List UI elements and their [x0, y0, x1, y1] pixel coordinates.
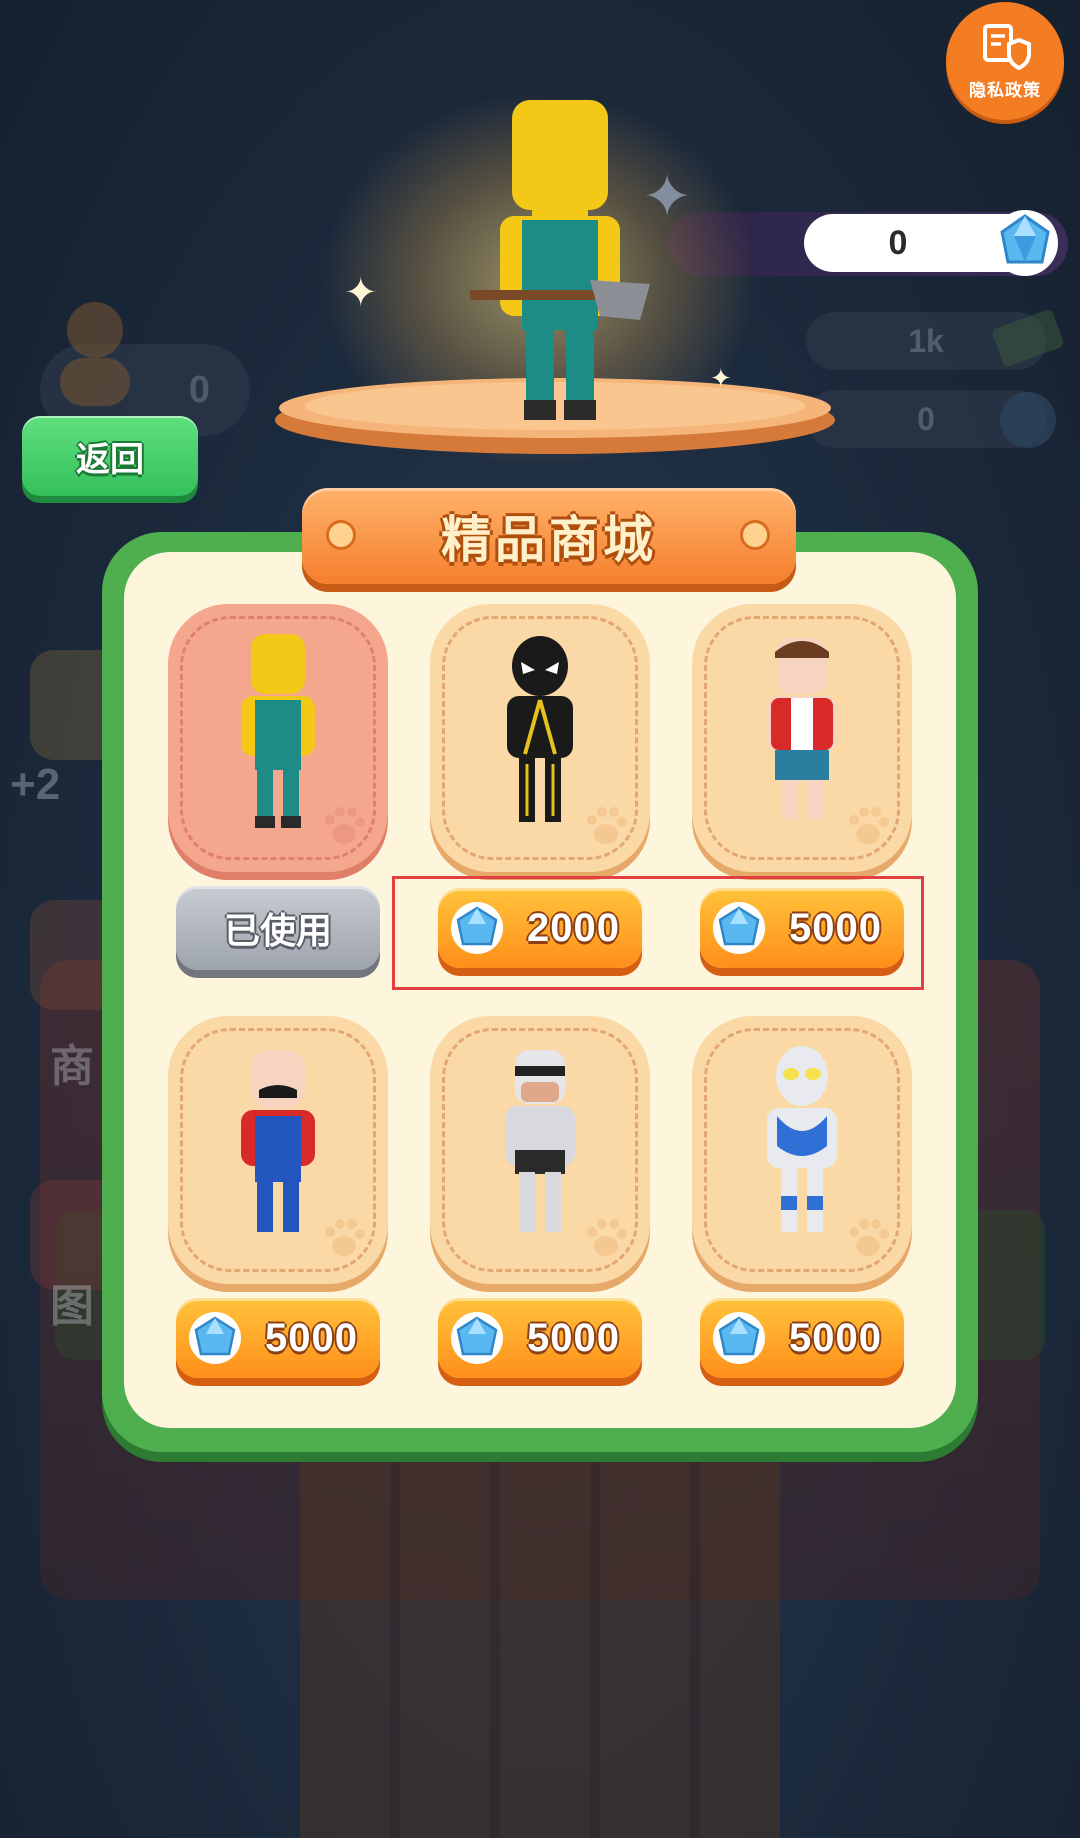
- black-spider-figure: [507, 636, 573, 822]
- ultra-hero-figure: [767, 1046, 837, 1232]
- gem-icon: [451, 1312, 503, 1364]
- sparkle-icon: ✦: [710, 364, 732, 394]
- background-side-text: +2: [10, 760, 61, 809]
- coin-icon: [1000, 392, 1056, 448]
- red-vest-boy-figure: [767, 638, 837, 820]
- buy-button-robo-cop[interactable]: 5000: [438, 1298, 642, 1378]
- gem-icon: [713, 902, 765, 954]
- skin-card-black-spider[interactable]: [430, 604, 650, 872]
- shop-title: 精品商城: [441, 511, 657, 569]
- red-plumber-figure: [241, 1050, 315, 1232]
- shop-title-banner: 精品商城: [302, 488, 796, 584]
- skin-card-yellow-worker[interactable]: [168, 604, 388, 872]
- paw-icon: [325, 807, 365, 844]
- background-side-text: 图: [50, 1282, 94, 1331]
- paw-icon: [587, 807, 627, 844]
- buy-button-red-vest-boy[interactable]: 5000: [700, 888, 904, 968]
- privacy-policy-label: 隐私政策: [969, 80, 1041, 101]
- sparkle-icon: ✦: [642, 162, 693, 232]
- price-value: 5000: [789, 1315, 882, 1360]
- robo-cop-figure: [505, 1050, 575, 1232]
- skin-card-robo-cop[interactable]: [430, 1016, 650, 1284]
- coin-count: 0: [917, 400, 935, 437]
- price-value: 5000: [265, 1315, 358, 1360]
- banner-rivet: [326, 520, 356, 550]
- hero-figure: [470, 100, 650, 420]
- background-table-legs: [300, 1450, 780, 1838]
- gem-icon: [713, 1312, 765, 1364]
- gem-icon: [189, 1312, 241, 1364]
- avatar-icon: [60, 302, 130, 406]
- gem-icon: [992, 210, 1058, 276]
- skin-card-red-plumber[interactable]: [168, 1016, 388, 1284]
- buy-button-red-plumber[interactable]: 5000: [176, 1298, 380, 1378]
- back-button[interactable]: 返回: [22, 416, 198, 496]
- gem-icon: [451, 902, 503, 954]
- used-button[interactable]: 已使用: [176, 886, 380, 970]
- paw-icon: [325, 1219, 365, 1256]
- cash-count: 1k: [908, 322, 944, 359]
- price-value: 5000: [527, 1315, 620, 1360]
- paw-icon: [849, 807, 889, 844]
- sparkle-icon: ✦: [344, 270, 378, 316]
- back-button-label: 返回: [76, 439, 144, 480]
- privacy-doc-icon: [983, 23, 1031, 70]
- background-side-text: 商: [50, 1042, 94, 1091]
- paw-icon: [587, 1219, 627, 1256]
- gem-count: 0: [888, 223, 908, 262]
- skin-card-ultra-hero[interactable]: [692, 1016, 912, 1284]
- used-button-label: 已使用: [223, 911, 332, 952]
- paw-icon: [849, 1219, 889, 1256]
- price-value: 5000: [789, 905, 882, 950]
- banner-rivet: [740, 520, 770, 550]
- player-count: 0: [188, 368, 210, 411]
- skin-card-red-vest-boy[interactable]: [692, 604, 912, 872]
- buy-button-ultra-hero[interactable]: 5000: [700, 1298, 904, 1378]
- yellow-worker-figure: [241, 634, 315, 828]
- privacy-policy-button[interactable]: 隐私政策: [946, 2, 1064, 120]
- price-value: 2000: [527, 905, 620, 950]
- buy-button-black-spider[interactable]: 2000: [438, 888, 642, 968]
